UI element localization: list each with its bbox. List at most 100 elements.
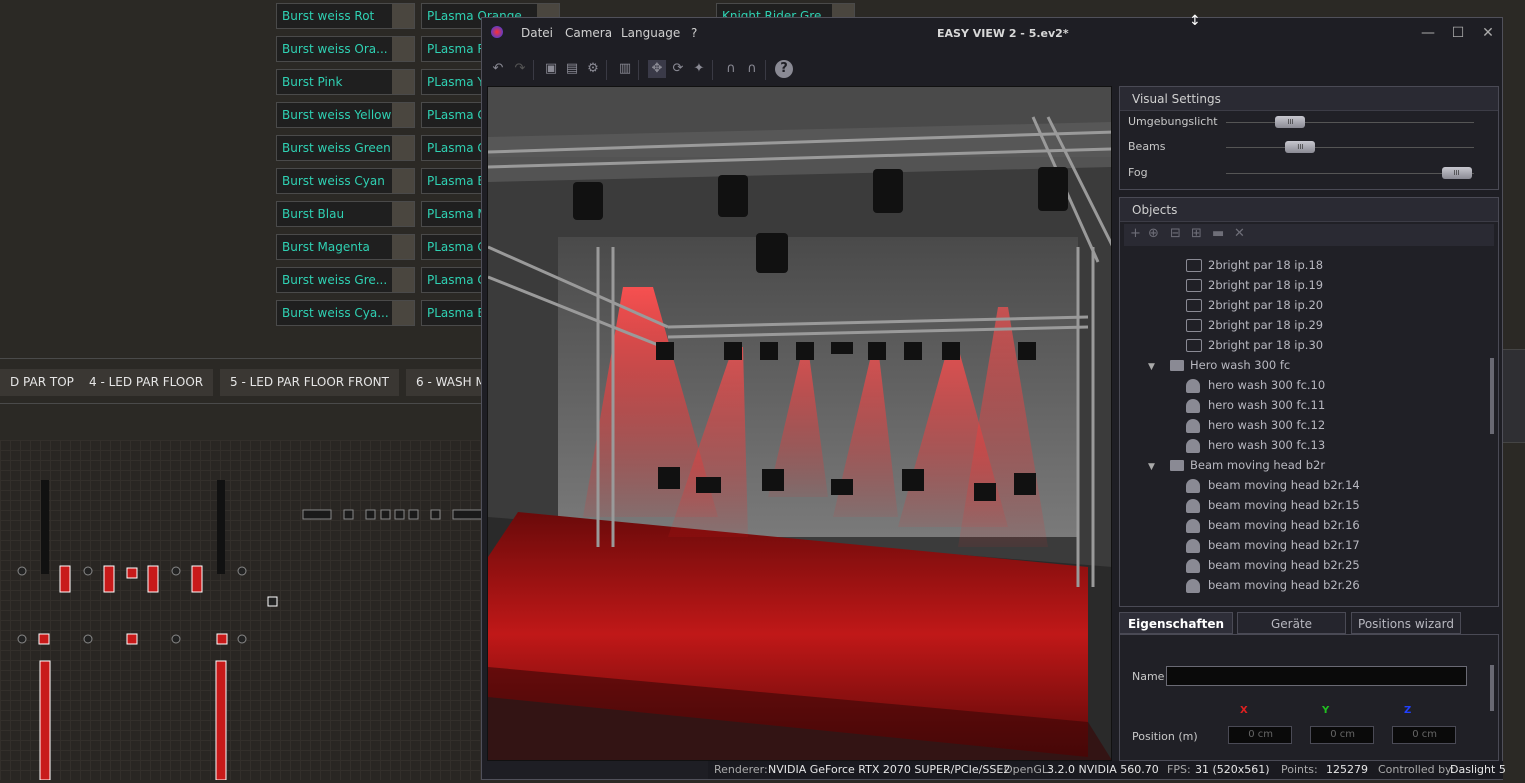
tree-label: beam moving head b2r.14 [1208,478,1360,492]
scene-button[interactable]: Burst Blau [276,201,415,227]
tree-item[interactable]: beam moving head b2r.25 [1186,558,1360,578]
position-x-field[interactable]: 0 cm [1228,726,1292,744]
tree-item[interactable]: hero wash 300 fc.11 [1186,398,1325,418]
scene-button-label: PLasma B [427,306,486,320]
settings-icon[interactable]: ⚙ [584,60,602,78]
group-tab[interactable]: 4 - LED PAR FLOOR [79,369,214,396]
slider-thumb[interactable]: III [1441,167,1472,179]
headphone-icon[interactable]: ∩ [743,60,761,78]
chart-icon[interactable]: ▥ [616,60,634,78]
scene-knob [392,202,414,226]
add-folder-icon[interactable]: ⊞ [1191,226,1202,241]
menu-language[interactable]: Language [621,26,680,40]
pan-icon[interactable]: ✦ [690,60,708,78]
folder-icon[interactable]: ▬ [1212,226,1224,241]
tree-item[interactable]: hero wash 300 fc.13 [1186,438,1325,458]
menu-help[interactable]: ? [691,26,697,40]
scene-button[interactable]: Burst weiss Gre... [276,267,415,293]
visual-settings-title: Visual Settings [1120,87,1498,111]
name-label: Name [1132,670,1165,683]
tree-item[interactable]: beam moving head b2r.17 [1186,538,1360,558]
moving-head-icon [1186,558,1200,573]
help-icon[interactable]: ? [775,60,793,78]
position-label: Position (m) [1132,730,1198,743]
scene-button[interactable]: Burst Pink [276,69,415,95]
renderer-label: Renderer: [714,763,768,776]
scene-button-label: Burst weiss Green [282,141,391,155]
expand-arrow-icon[interactable]: ▼ [1148,462,1160,472]
tree-item[interactable]: 2bright par 18 ip.30 [1186,338,1323,358]
slider-label: Beams [1128,140,1166,153]
tree-item[interactable]: beam moving head b2r.15 [1186,498,1360,518]
minimize-button[interactable]: — [1419,24,1437,42]
undo-icon[interactable]: ↶ [489,60,507,78]
slider-thumb[interactable]: III [1275,116,1306,128]
scene-button[interactable]: Burst weiss Yellow [276,102,415,128]
scene-button[interactable]: Burst weiss Ora... [276,36,415,62]
window-title: EASY VIEW 2 - 5.ev2* [937,27,1069,40]
par-icon [1186,279,1202,292]
scene-button[interactable]: Burst weiss Rot [276,3,415,29]
tree-item[interactable]: hero wash 300 fc.10 [1186,378,1325,398]
scene-button[interactable]: Burst weiss Green [276,135,415,161]
umgebungslicht-slider[interactable]: Umgebungslicht III [1128,113,1488,133]
headphone-icon[interactable]: ∩ [722,60,740,78]
scene-knob [392,136,414,160]
position-z-field[interactable]: 0 cm [1392,726,1456,744]
tree-label: Beam moving head b2r [1190,458,1326,472]
tree-item[interactable]: hero wash 300 fc.12 [1186,418,1325,438]
menu-datei[interactable]: Datei [521,26,553,40]
add-fixture-icon[interactable]: ⊕ [1148,226,1159,241]
3d-viewport[interactable] [487,86,1112,761]
tree-item[interactable]: beam moving head b2r.16 [1186,518,1360,538]
tree-item[interactable]: beam moving head b2r.26 [1186,578,1360,598]
redo-icon[interactable]: ↷ [511,60,529,78]
close-button[interactable]: ✕ [1479,24,1497,42]
tree-scrollbar[interactable] [1490,358,1494,434]
status-bar: Renderer: NVIDIA GeForce RTX 2070 SUPER/… [708,761,1506,779]
scene-button[interactable]: Burst weiss Cya... [276,300,415,326]
stage-render [488,87,1111,760]
visual-settings-panel: Visual Settings Umgebungslicht III Beams… [1119,86,1499,190]
objects-toolbar: + ⊕ ⊟ ⊞ ▬ ✕ [1124,224,1494,246]
expand-arrow-icon[interactable]: ▼ [1148,362,1160,372]
slider-thumb[interactable]: III [1285,141,1316,153]
tree-label: hero wash 300 fc.12 [1208,418,1326,432]
view-icon[interactable]: ▤ [563,60,581,78]
tab-positions-wizard[interactable]: Positions wizard [1351,612,1461,634]
move-icon[interactable]: ✥ [648,60,666,78]
x-axis-label: X [1240,705,1248,716]
tree-item[interactable]: 2bright par 18 ip.18 [1186,258,1323,278]
tree-item[interactable]: beam moving head b2r.14 [1186,478,1360,498]
moving-head-icon [1186,538,1200,553]
menu-camera[interactable]: Camera [565,26,612,40]
maximize-button[interactable]: ☐ [1449,24,1467,42]
par-icon [1186,319,1202,332]
name-input[interactable] [1166,666,1467,686]
delete-icon[interactable]: ✕ [1234,226,1245,241]
group-tab[interactable]: 5 - LED PAR FLOOR FRONT [220,369,399,396]
rotate-icon[interactable]: ⟳ [669,60,687,78]
position-y-field[interactable]: 0 cm [1310,726,1374,744]
group-tab[interactable]: D PAR TOP [0,369,84,396]
add-icon[interactable]: + [1130,226,1141,241]
scene-button-label: Burst weiss Gre... [282,273,388,287]
scene-button[interactable]: Burst weiss Cyan [276,168,415,194]
scene-button-label: Burst Blau [282,207,345,221]
beams-slider[interactable]: Beams III [1128,138,1488,158]
layout-icon[interactable]: ▣ [542,60,560,78]
scene-button-label: Burst weiss Cyan [282,174,385,188]
properties-scrollbar[interactable] [1490,665,1494,711]
tab-geraete[interactable]: Geräte [1237,612,1346,634]
fog-slider[interactable]: Fog III [1128,164,1488,184]
easy-view-window: Datei Camera Language ? EASY VIEW 2 - 5.… [481,17,1506,780]
tree-item[interactable]: 2bright par 18 ip.19 [1186,278,1323,298]
fixture-grid[interactable] [0,440,486,781]
tree-folder[interactable]: ▼ Beam moving head b2r [1148,458,1325,478]
group-icon[interactable]: ⊟ [1170,226,1181,241]
scene-button[interactable]: Burst Magenta [276,234,415,260]
tree-item[interactable]: 2bright par 18 ip.29 [1186,318,1323,338]
tree-folder[interactable]: ▼ Hero wash 300 fc [1148,358,1290,378]
tab-eigenschaften[interactable]: Eigenschaften [1119,612,1233,634]
tree-item[interactable]: 2bright par 18 ip.20 [1186,298,1323,318]
